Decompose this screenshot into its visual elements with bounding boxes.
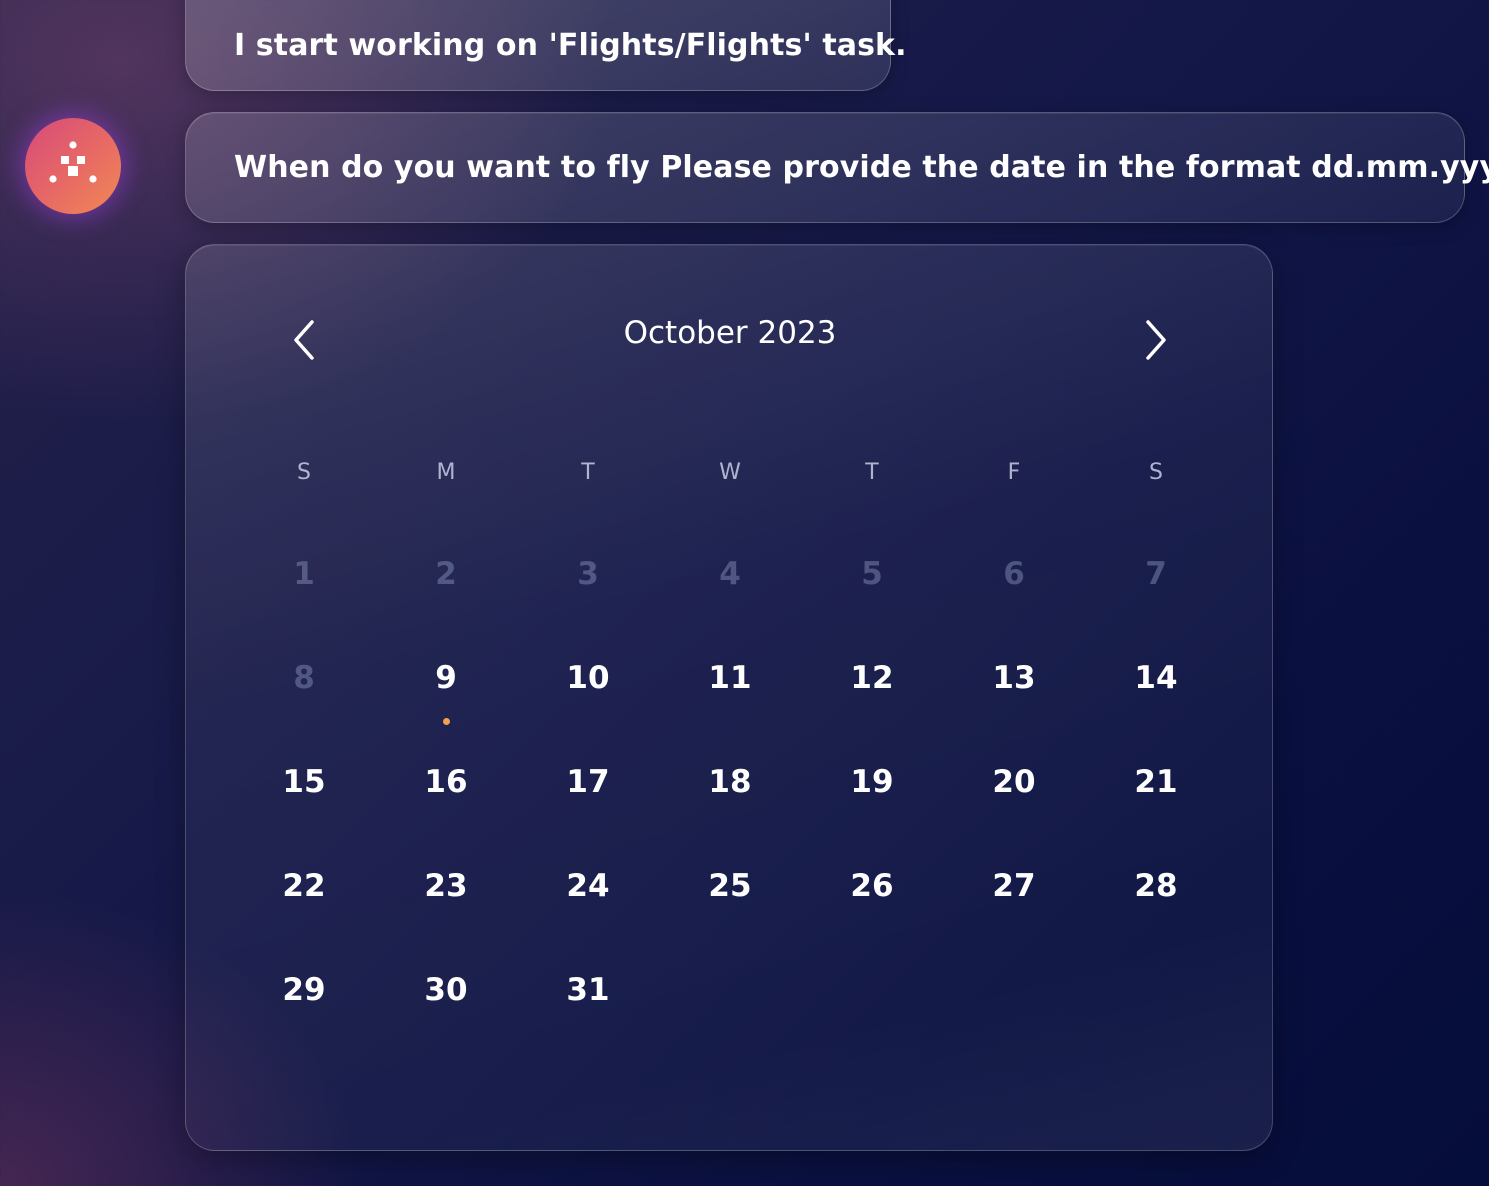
day-6: 6 <box>969 544 1059 604</box>
day-label: 3 <box>577 556 599 592</box>
day-label: 19 <box>850 764 894 800</box>
month-title: October 2023 <box>623 315 837 351</box>
day-14[interactable]: 14 <box>1111 648 1201 708</box>
assistant-avatar <box>25 118 121 214</box>
day-27[interactable]: 27 <box>969 856 1059 916</box>
day-5: 5 <box>827 544 917 604</box>
day-label: 22 <box>282 868 326 904</box>
today-indicator <box>442 718 450 725</box>
day-label: 31 <box>566 972 610 1008</box>
day-7: 7 <box>1111 544 1201 604</box>
day-label: 16 <box>424 764 468 800</box>
weekday-label: T <box>581 460 595 485</box>
user-message-bubble: I start working on 'Flights/Flights' tas… <box>185 0 907 91</box>
day-label: 21 <box>1134 764 1178 800</box>
day-label: 25 <box>708 868 752 904</box>
day-label: 14 <box>1134 660 1178 696</box>
day-11[interactable]: 11 <box>685 648 775 708</box>
assistant-logo-icon <box>49 141 97 183</box>
date-picker: October 2023 SMTWTFS 1 2 3 4 5 6 7 8 9 10 11 12 13 14… <box>185 244 1273 1151</box>
day-label: 20 <box>992 764 1036 800</box>
weekday-label: S <box>297 460 311 485</box>
day-label: 8 <box>293 660 315 696</box>
day-label: 6 <box>1003 556 1025 592</box>
day-label: 23 <box>424 868 468 904</box>
next-month-button[interactable] <box>1125 305 1185 375</box>
weekday-label: M <box>436 460 456 485</box>
day-1: 1 <box>259 544 349 604</box>
day-label: 11 <box>708 660 752 696</box>
day-31[interactable]: 31 <box>543 960 633 1020</box>
day-22[interactable]: 22 <box>259 856 349 916</box>
day-3: 3 <box>543 544 633 604</box>
weekday-label: T <box>865 460 879 485</box>
day-label: 7 <box>1145 556 1167 592</box>
day-label: 12 <box>850 660 894 696</box>
day-24[interactable]: 24 <box>543 856 633 916</box>
day-label: 17 <box>566 764 610 800</box>
day-label: 15 <box>282 764 326 800</box>
day-10[interactable]: 10 <box>543 648 633 708</box>
day-26[interactable]: 26 <box>827 856 917 916</box>
day-label: 9 <box>435 660 457 696</box>
weekday-label: W <box>719 460 741 485</box>
day-13[interactable]: 13 <box>969 648 1059 708</box>
day-16[interactable]: 16 <box>401 752 491 812</box>
chevron-right-icon <box>1146 320 1166 360</box>
assistant-message-bubble: When do you want to fly Please provide t… <box>185 112 1489 223</box>
day-label: 30 <box>424 972 468 1008</box>
day-17[interactable]: 17 <box>543 752 633 812</box>
day-label: 18 <box>708 764 752 800</box>
day-label: 26 <box>850 868 894 904</box>
weekday-label: S <box>1149 460 1163 485</box>
day-label: 10 <box>566 660 610 696</box>
day-12[interactable]: 12 <box>827 648 917 708</box>
weekday-label: F <box>1007 460 1021 485</box>
day-19[interactable]: 19 <box>827 752 917 812</box>
day-9[interactable]: 9 <box>401 648 491 725</box>
day-20[interactable]: 20 <box>969 752 1059 812</box>
day-label: 27 <box>992 868 1036 904</box>
day-label: 24 <box>566 868 610 904</box>
assistant-message-text: When do you want to fly Please provide t… <box>234 150 1489 185</box>
day-28[interactable]: 28 <box>1111 856 1201 916</box>
day-30[interactable]: 30 <box>401 960 491 1020</box>
day-25[interactable]: 25 <box>685 856 775 916</box>
day-label: 1 <box>293 556 315 592</box>
day-2: 2 <box>401 544 491 604</box>
day-label: 28 <box>1134 868 1178 904</box>
day-label: 29 <box>282 972 326 1008</box>
day-label: 5 <box>861 556 883 592</box>
day-29[interactable]: 29 <box>259 960 349 1020</box>
day-15[interactable]: 15 <box>259 752 349 812</box>
day-label: 4 <box>719 556 741 592</box>
day-23[interactable]: 23 <box>401 856 491 916</box>
day-label: 2 <box>435 556 457 592</box>
day-8: 8 <box>259 648 349 708</box>
day-label: 13 <box>992 660 1036 696</box>
day-4: 4 <box>685 544 775 604</box>
day-21[interactable]: 21 <box>1111 752 1201 812</box>
user-message-text: I start working on 'Flights/Flights' tas… <box>234 28 907 63</box>
day-18[interactable]: 18 <box>685 752 775 812</box>
